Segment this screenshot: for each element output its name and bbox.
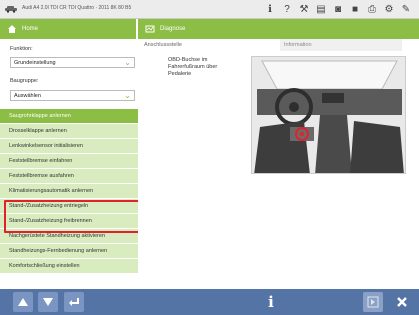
chevron-down-icon: ⌄ xyxy=(124,91,131,100)
wrench-icon[interactable]: ⚒ xyxy=(297,3,311,17)
arrow-down-icon[interactable] xyxy=(38,292,58,312)
settings-icon[interactable]: ⚙ xyxy=(382,3,396,17)
car-icon xyxy=(5,6,17,13)
question-icon[interactable]: ? xyxy=(280,3,294,17)
function-select[interactable]: Grundeinstellung ⌄ xyxy=(10,57,135,68)
disk-icon[interactable]: ■ xyxy=(348,3,362,17)
diagnose-label: Diagnose xyxy=(160,26,186,32)
top-bar: Audi A4 2.0l TDI CR TDI Quattro · 2011 8… xyxy=(0,0,419,19)
car-interior-image xyxy=(251,56,406,174)
right-panel: Anschlussstelle Information OBD-Buchse i… xyxy=(138,39,419,289)
info-icon[interactable]: i xyxy=(261,292,281,312)
vehicle-info: Audi A4 2.0l TDI CR TDI Quattro · 2011 8… xyxy=(22,5,132,11)
tools-icon[interactable]: ✎ xyxy=(399,3,413,17)
home-label: Home xyxy=(22,26,39,32)
information-header: Information xyxy=(280,39,402,51)
enter-icon[interactable] xyxy=(64,292,84,312)
group-value: Auswählen xyxy=(14,93,41,99)
next-icon[interactable] xyxy=(363,292,383,312)
function-value: Grundeinstellung xyxy=(14,60,56,66)
home-tab[interactable]: Home xyxy=(0,19,137,39)
home-icon xyxy=(5,22,19,36)
function-label: Funktion: xyxy=(10,46,33,52)
close-icon[interactable] xyxy=(392,292,412,312)
document-icon[interactable]: ▤ xyxy=(314,3,328,17)
info-icon[interactable]: ℹ xyxy=(263,3,277,17)
arrow-up-icon[interactable] xyxy=(13,292,33,312)
printer-icon[interactable]: ⎙ xyxy=(365,3,379,17)
camera-icon[interactable]: ◙ xyxy=(331,3,345,17)
group-label: Baugruppe: xyxy=(10,78,39,84)
group-select[interactable]: Auswählen ⌄ xyxy=(10,90,135,101)
location-text: OBD-Buchse im Fahrerfußraum über Pedaler… xyxy=(168,57,218,77)
chevron-down-icon: ⌄ xyxy=(124,58,131,67)
toolbar: ℹ ? ⚒ ▤ ◙ ■ ⎙ ⚙ ✎ xyxy=(263,2,413,17)
bottom-bar: i xyxy=(0,289,419,315)
diagnose-tab[interactable]: Diagnose xyxy=(138,19,419,39)
diagnose-icon xyxy=(143,22,157,36)
connection-header: Anschlussstelle xyxy=(144,42,182,48)
